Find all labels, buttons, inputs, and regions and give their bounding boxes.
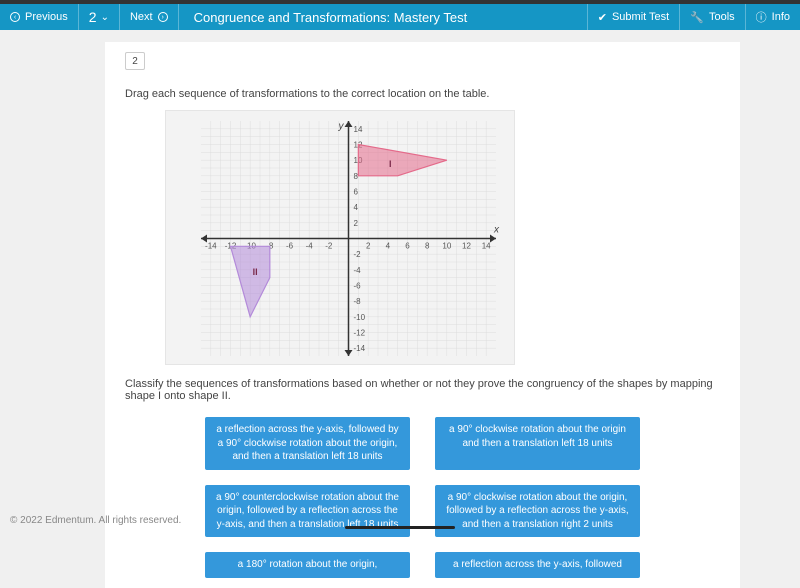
svg-text:-2: -2 (354, 250, 362, 259)
svg-text:2: 2 (354, 219, 359, 228)
svg-text:-8: -8 (354, 297, 362, 306)
svg-text:6: 6 (405, 242, 410, 251)
page-title: Congruence and Transformations: Mastery … (179, 10, 468, 25)
svg-text:10: 10 (442, 242, 451, 251)
tools-button[interactable]: 🔧 Tools (679, 4, 744, 30)
coordinate-plane-svg: -14-12-10-8-6-4-22468101214-14-12-10-8-6… (165, 110, 515, 365)
svg-text:II: II (253, 267, 258, 277)
footer-copyright: © 2022 Edmentum. All rights reserved. (10, 515, 181, 526)
previous-label: Previous (25, 11, 68, 23)
transformation-tile[interactable]: a reflection across the y-axis, followed… (205, 417, 410, 470)
submit-test-button[interactable]: ✔ Submit Test (587, 4, 680, 30)
svg-text:-2: -2 (325, 242, 333, 251)
submit-label: Submit Test (612, 11, 669, 23)
info-label: Info (772, 11, 790, 23)
svg-text:y: y (338, 121, 345, 132)
chevron-left-icon: ‹ (10, 12, 20, 22)
instruction-text: Drag each sequence of transformations to… (125, 88, 720, 100)
transformation-tile[interactable]: a 90° clockwise rotation about the origi… (435, 417, 640, 470)
nav-left-group: ‹ Previous 2 ⌄ Next › Congruence and Tra… (0, 4, 467, 30)
question-number-badge: 2 (125, 52, 145, 70)
svg-text:-6: -6 (286, 242, 294, 251)
svg-text:12: 12 (462, 242, 471, 251)
svg-text:8: 8 (425, 242, 430, 251)
home-indicator (345, 526, 455, 529)
transformation-tile[interactable]: a 90° clockwise rotation about the origi… (435, 485, 640, 538)
chevron-right-icon: › (158, 12, 168, 22)
classify-instruction: Classify the sequences of transformation… (125, 378, 720, 402)
svg-text:4: 4 (386, 242, 391, 251)
svg-text:-14: -14 (205, 242, 217, 251)
next-button[interactable]: Next › (120, 4, 179, 30)
svg-text:-12: -12 (354, 329, 366, 338)
svg-text:-4: -4 (354, 266, 362, 275)
svg-text:6: 6 (354, 188, 359, 197)
info-button[interactable]: ⓘ Info (745, 4, 800, 30)
transformation-tile[interactable]: a 90° counterclockwise rotation about th… (205, 485, 410, 538)
question-selector[interactable]: 2 ⌄ (79, 4, 120, 30)
tools-label: Tools (709, 11, 735, 23)
wrench-icon: 🔧 (690, 11, 704, 24)
draggable-tiles-container: a reflection across the y-axis, followed… (125, 417, 720, 578)
svg-text:x: x (493, 225, 500, 236)
nav-right-group: ✔ Submit Test 🔧 Tools ⓘ Info (587, 4, 800, 30)
svg-text:-14: -14 (354, 344, 366, 353)
svg-text:14: 14 (482, 242, 491, 251)
svg-text:2: 2 (366, 242, 371, 251)
svg-text:I: I (389, 159, 392, 169)
check-icon: ✔ (598, 11, 607, 24)
svg-text:-10: -10 (354, 313, 366, 322)
coordinate-plane-chart: -14-12-10-8-6-4-22468101214-14-12-10-8-6… (165, 110, 720, 368)
svg-text:14: 14 (354, 125, 363, 134)
question-panel: 2 Drag each sequence of transformations … (105, 42, 740, 588)
transformation-tile[interactable]: a 180° rotation about the origin, (205, 552, 410, 578)
previous-button[interactable]: ‹ Previous (0, 4, 79, 30)
svg-text:-6: -6 (354, 282, 362, 291)
svg-text:4: 4 (354, 203, 359, 212)
top-nav-bar: ‹ Previous 2 ⌄ Next › Congruence and Tra… (0, 0, 800, 30)
next-label: Next (130, 11, 153, 23)
transformation-tile[interactable]: a reflection across the y-axis, followed (435, 552, 640, 578)
question-selector-number: 2 (89, 9, 97, 25)
info-icon: ⓘ (756, 9, 767, 25)
svg-text:-4: -4 (306, 242, 314, 251)
chevron-down-icon: ⌄ (101, 12, 109, 23)
